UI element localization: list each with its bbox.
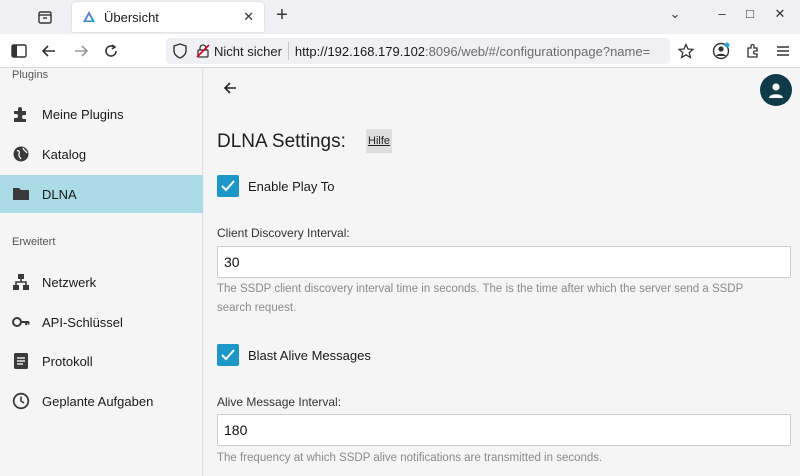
tab-title: Übersicht [104,9,159,25]
alive-interval-input[interactable]: 180 [217,414,791,446]
sidebar: Plugins Meine Plugins Katalog DLNA Erwei… [0,68,203,476]
alive-interval-label: Alive Message Interval: [217,395,342,409]
alive-interval-help: The frequency at which SSDP alive notifi… [217,452,603,464]
user-avatar[interactable] [760,74,792,106]
insecure-lock-icon[interactable] [196,44,210,58]
navigation-toolbar: Nicht sicher http://192.168.179.102:8096… [0,34,800,68]
blast-alive-label[interactable]: Blast Alive Messages [248,348,371,363]
client-discovery-help: The SSDP client discovery interval time … [217,283,744,314]
account-icon[interactable] [712,42,730,60]
address-bar[interactable]: Nicht sicher http://192.168.179.102:8096… [166,38,670,64]
folder-icon [12,185,30,203]
back-arrow-icon[interactable] [222,80,246,100]
tab-bar: Übersicht ✕ + ⌄ – □ ✕ [0,0,800,34]
sidebar-item-label: DLNA [42,186,77,202]
key-icon [12,313,30,331]
sidebar-item-dlna[interactable]: DLNA [0,175,203,213]
person-icon [769,83,783,98]
url-separator [287,42,289,60]
url-text[interactable]: http://192.168.179.102:8096/web/#/config… [295,44,650,59]
sidebar-item-catalog[interactable]: Katalog [0,135,203,173]
sidebar-item-network[interactable]: Netzwerk [0,263,203,301]
main-content: DLNA Settings: Hilfe Enable Play To Clie… [204,68,800,476]
sidebar-toggle-icon[interactable] [10,42,28,60]
back-icon[interactable] [40,42,58,60]
globe-icon [12,145,30,163]
sidebar-item-label: Netzwerk [42,274,97,290]
tab-overflow-icon[interactable]: ⌄ [665,6,685,26]
minimize-button[interactable]: – [712,6,732,26]
new-tab-button[interactable]: + [272,5,292,26]
enable-play-to-label[interactable]: Enable Play To [248,179,335,194]
sidebar-item-label: Katalog [42,146,87,162]
help-button[interactable]: Hilfe [366,129,393,153]
sidebar-item-label: Protokoll [42,353,93,369]
forward-icon[interactable] [72,42,90,60]
close-window-button[interactable]: ✕ [770,6,790,26]
tab-list-icon[interactable] [36,8,54,26]
menu-icon[interactable] [774,42,792,60]
sidebar-item-log[interactable]: Protokoll [0,342,203,380]
checkmark-icon [221,349,235,361]
puzzle-icon [12,105,30,123]
bookmark-star-icon[interactable] [677,42,695,60]
enable-play-to-row: Enable Play To [217,174,335,198]
client-discovery-label: Client Discovery Interval: [217,226,350,240]
url-path: :8096/web/#/configurationpage?name= [425,43,651,59]
sidebar-item-my-plugins[interactable]: Meine Plugins [0,95,203,133]
browser-tab[interactable]: Übersicht ✕ [72,2,264,32]
enable-play-to-checkbox[interactable] [217,175,239,197]
checkmark-icon [221,180,235,192]
extensions-icon[interactable] [744,42,762,60]
reload-icon[interactable] [102,42,120,60]
sidebar-item-label: Meine Plugins [42,106,124,122]
network-icon [12,273,30,291]
blast-alive-row: Blast Alive Messages [217,343,371,367]
sidebar-item-label: API-Schlüssel [42,314,123,330]
sidebar-item-api-keys[interactable]: API-Schlüssel [0,303,203,341]
close-tab-icon[interactable]: ✕ [243,9,254,25]
jellyfin-icon [82,10,96,24]
sidebar-section-advanced: Erweitert [12,236,56,248]
sidebar-item-label: Geplante Aufgaben [42,393,154,409]
client-discovery-input[interactable]: 30 [217,246,791,278]
maximize-button[interactable]: □ [740,6,760,26]
page-title: DLNA Settings: [217,131,346,152]
sidebar-section-plugins: Plugins [12,69,49,81]
sidebar-item-scheduled-tasks[interactable]: Geplante Aufgaben [0,382,203,420]
clock-icon [12,392,30,410]
shield-icon[interactable] [172,43,188,59]
url-host: http://192.168.179.102 [294,43,426,59]
log-icon [12,352,30,370]
blast-alive-checkbox[interactable] [217,344,239,366]
security-label[interactable]: Nicht sicher [214,44,282,59]
